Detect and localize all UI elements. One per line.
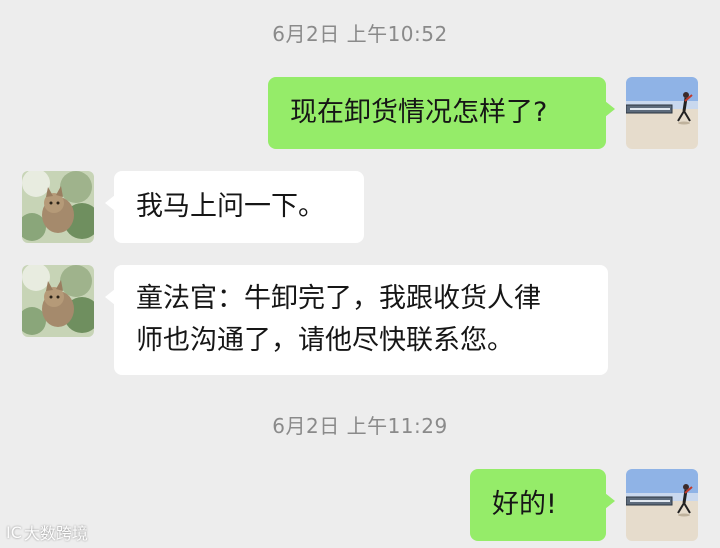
message-text: 好的! [492,489,557,520]
contact-avatar[interactable] [22,171,94,243]
message-text-line: 师也沟通了，请他尽快联系您。 [136,325,514,356]
message-text: 现在卸货情况怎样了? [290,97,548,128]
timestamp: 6月2日 上午10:52 [272,22,448,46]
self-avatar[interactable] [626,469,698,541]
cat-photo-avatar-icon [22,171,94,243]
beach-photo-avatar-icon [626,77,698,149]
contact-avatar[interactable] [22,265,94,337]
message-text-line: 童法官：牛卸完了，我跟收货人律 [136,283,541,314]
timestamp: 6月2日 上午11:29 [272,414,448,438]
message-bubble-outgoing[interactable]: 好的! [470,469,615,541]
message-text: 我马上问一下。 [136,191,325,222]
self-avatar[interactable] [626,77,698,149]
watermark: IC 大数跨境 [6,520,88,544]
chat-window: 6月2日 上午10:52 现在卸货情况怎样了? 我马上问一下。 童法官：牛卸完了… [0,0,720,548]
message-bubble-outgoing[interactable]: 现在卸货情况怎样了? [268,77,615,149]
beach-photo-avatar-icon [626,469,698,541]
message-bubble-incoming[interactable]: 我马上问一下。 [105,171,364,243]
watermark-text: 大数跨境 [23,524,88,543]
watermark-mark: IC [6,522,22,542]
cat-photo-avatar-icon [22,265,94,337]
message-bubble-incoming[interactable]: 童法官：牛卸完了，我跟收货人律 师也沟通了，请他尽快联系您。 [105,265,608,375]
